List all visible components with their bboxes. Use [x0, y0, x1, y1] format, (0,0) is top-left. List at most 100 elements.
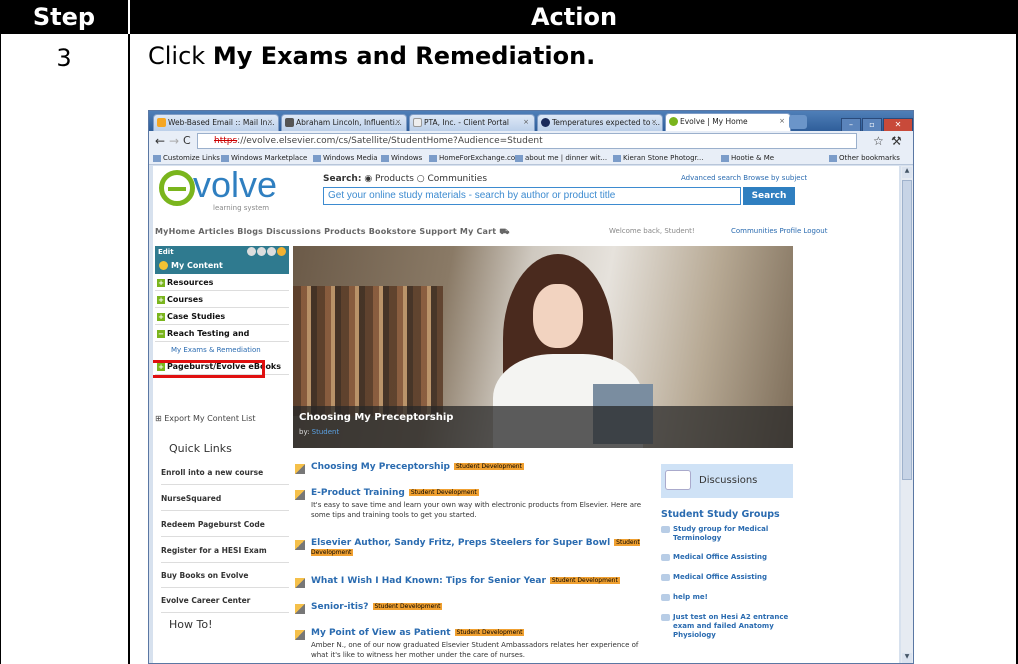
tab-temperatures[interactable]: Temperatures expected to ... ×: [537, 114, 663, 131]
scroll-down-icon[interactable]: ▼: [902, 653, 912, 663]
close-icon[interactable]: ×: [651, 115, 657, 130]
instruction-text: Click My Exams and Remediation.: [148, 42, 595, 70]
category-tag[interactable]: Student Development: [454, 463, 524, 470]
study-groups-heading[interactable]: Student Study Groups: [661, 509, 780, 520]
edit-label[interactable]: Edit: [158, 248, 174, 256]
window-close-button[interactable]: ✕: [883, 118, 913, 132]
close-icon[interactable]: ×: [779, 114, 785, 129]
title-text[interactable]: Senior-itis?: [311, 602, 369, 612]
quick-link[interactable]: NurseSquared: [161, 494, 221, 503]
bookmark-item[interactable]: about me | dinner wit...: [515, 151, 607, 165]
feed-item-title[interactable]: Elsevier Author, Sandy Fritz, Preps Stee…: [311, 538, 641, 558]
cart-icon[interactable]: ⛟: [499, 227, 509, 236]
tab-bar: Web-Based Email :: Mail In... × Abraham L…: [149, 111, 913, 132]
radio-products[interactable]: ◉ Products: [364, 174, 414, 184]
sidebar-item-resources[interactable]: + Resources: [155, 274, 289, 291]
hero-banner[interactable]: Choosing My Preceptorship by: Student: [293, 246, 793, 448]
radio-communities[interactable]: ○ Communities: [417, 174, 487, 184]
quick-link[interactable]: Register for a HESI Exam: [161, 546, 267, 555]
discussions-panel[interactable]: Discussions: [661, 464, 793, 498]
quick-link[interactable]: Redeem Pageburst Code: [161, 520, 265, 529]
hero-byline: by: Student: [299, 428, 339, 436]
minimize-button[interactable]: –: [841, 118, 861, 132]
feed-item-desc: It's easy to save time and learn your ow…: [311, 501, 642, 519]
bookmark-item[interactable]: Customize Links: [153, 151, 220, 165]
quick-link[interactable]: Evolve Career Center: [161, 596, 250, 605]
bookmark-item[interactable]: Hootie & Me: [721, 151, 774, 165]
help-icon[interactable]: [267, 247, 276, 256]
address-bar[interactable]: https://evolve.elsevier.com/cs/Satellite…: [197, 133, 857, 149]
view-icon[interactable]: [257, 247, 266, 256]
scroll-up-icon[interactable]: ▲: [902, 167, 912, 178]
quick-link[interactable]: Enroll into a new course: [161, 468, 263, 477]
bookmark-item[interactable]: Windows Marketplace: [221, 151, 307, 165]
category-tag[interactable]: Student Development: [372, 603, 443, 610]
settings-icon[interactable]: [247, 247, 256, 256]
scrollbar-thumb[interactable]: [902, 180, 912, 480]
search-input[interactable]: Get your online study materials - search…: [323, 187, 741, 205]
category-tag[interactable]: Student Development: [549, 577, 620, 584]
feed-item-title[interactable]: What I Wish I Had Known: Tips for Senior…: [311, 576, 620, 586]
chat-bubble-icon: [665, 470, 691, 490]
bookmark-item[interactable]: Windows: [381, 151, 422, 165]
sidebar-item-courses[interactable]: + Courses: [155, 291, 289, 308]
bookmark-item[interactable]: HomeForExchange.com: [429, 151, 522, 165]
add-icon[interactable]: [277, 247, 286, 256]
title-text[interactable]: My Point of View as Patient: [311, 628, 451, 638]
study-group-link[interactable]: Medical Office Assisting: [661, 553, 791, 562]
vertical-scrollbar[interactable]: ▲ ▼: [901, 166, 913, 663]
reload-icon[interactable]: C: [183, 134, 191, 147]
pencil-icon: [295, 630, 305, 640]
account-links[interactable]: Communities Profile Logout: [731, 227, 827, 235]
page-content: volve learning system Search: ◉ Products…: [153, 166, 899, 663]
bookmark-item[interactable]: Windows Media: [313, 151, 378, 165]
wrench-icon[interactable]: ⚒: [891, 134, 902, 148]
title-text[interactable]: E-Product Training: [311, 488, 405, 498]
category-tag[interactable]: Student Development: [408, 489, 479, 496]
evolve-logo[interactable]: volve learning system: [159, 166, 279, 218]
feed-item-title[interactable]: Senior-itis? Student Development: [311, 602, 443, 612]
study-group-link[interactable]: help me!: [661, 593, 791, 602]
new-tab-button[interactable]: [789, 115, 807, 129]
close-icon[interactable]: ×: [523, 115, 529, 130]
tab-evolve[interactable]: Evolve | My Home ×: [665, 113, 791, 131]
sidebar-item-reach-testing[interactable]: − Reach Testing and: [155, 325, 289, 342]
close-icon[interactable]: ×: [395, 115, 401, 130]
star-icon[interactable]: ☆: [873, 134, 884, 148]
my-exams-remediation-link[interactable]: My Exams & Remediation: [155, 342, 289, 358]
forward-icon[interactable]: →: [169, 134, 179, 148]
action-header: Action: [530, 3, 618, 31]
feed-item-title[interactable]: Choosing My Preceptorship Student Develop…: [311, 462, 524, 472]
title-text[interactable]: Choosing My Preceptorship: [311, 462, 450, 472]
study-group-link[interactable]: Medical Office Assisting: [661, 573, 791, 582]
search-button[interactable]: Search: [743, 187, 795, 205]
tab-lincoln[interactable]: Abraham Lincoln, Influenti... ×: [281, 114, 407, 131]
hero-title[interactable]: Choosing My Preceptorship: [299, 412, 453, 423]
category-tag[interactable]: Student Development: [454, 629, 525, 636]
close-icon[interactable]: ×: [267, 115, 273, 130]
title-text[interactable]: Elsevier Author, Sandy Fritz, Preps Stee…: [311, 538, 610, 548]
feed-item-title[interactable]: E-Product Training Student Development: [311, 488, 479, 498]
bookmark-item[interactable]: Other bookmarks: [829, 151, 900, 165]
pencil-icon: [295, 490, 305, 500]
pencil-icon: [295, 540, 305, 550]
maximize-button[interactable]: ▫: [862, 118, 882, 132]
author-link[interactable]: Student: [312, 428, 340, 436]
study-group-link[interactable]: Just test on Hesi A2 entrance exam and f…: [661, 613, 791, 640]
study-group-link[interactable]: Study group for Medical Terminology: [661, 525, 791, 543]
tab-webmail[interactable]: Web-Based Email :: Mail In... ×: [153, 114, 279, 131]
quick-link[interactable]: Buy Books on Evolve: [161, 571, 248, 580]
export-link[interactable]: ⊞ Export My Content List: [155, 414, 256, 423]
top-navigation[interactable]: MyHome Articles Blogs Discussions Produc…: [155, 227, 510, 237]
my-content-header[interactable]: My Content: [155, 258, 289, 274]
back-icon[interactable]: ←: [155, 134, 165, 148]
feed-item-title[interactable]: My Point of View as Patient Student Devel…: [311, 628, 525, 638]
bookmark-icon: [613, 154, 621, 162]
title-text[interactable]: What I Wish I Had Known: Tips for Senior…: [311, 576, 546, 586]
sidebar-item-case-studies[interactable]: + Case Studies: [155, 308, 289, 325]
topnav-links[interactable]: MyHome Articles Blogs Discussions Produc…: [155, 227, 496, 236]
bookmark-label: HomeForExchange.com: [439, 154, 522, 162]
tab-pta[interactable]: PTA, Inc. - Client Portal ×: [409, 114, 535, 131]
bookmark-item[interactable]: Kieran Stone Photogr...: [613, 151, 703, 165]
advanced-search-link[interactable]: Advanced search Browse by subject: [681, 174, 807, 182]
